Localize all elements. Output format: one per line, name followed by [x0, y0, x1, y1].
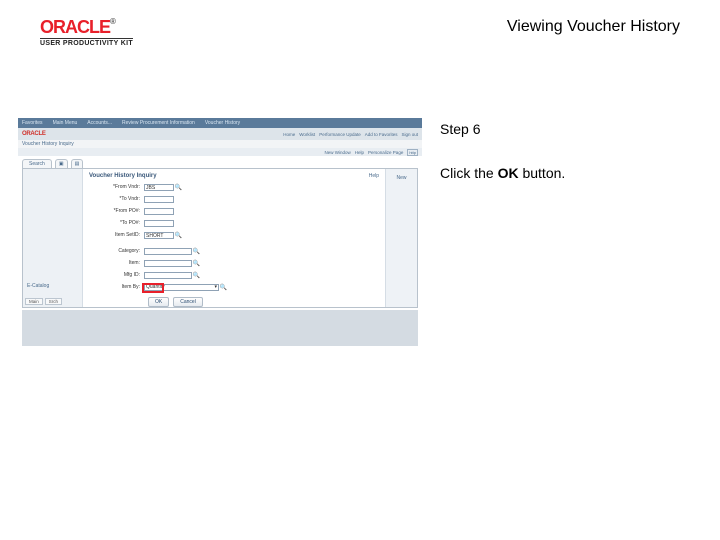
util-link[interactable]: Home [283, 132, 295, 137]
lbl-item-setid: Item SetID: [89, 232, 144, 238]
app-logo: ORACLE [22, 131, 46, 137]
instruction-panel: Step 6 Click the OK button. [440, 118, 702, 338]
lbl-to-vndr: *To Vndr: [89, 196, 144, 202]
page-header: ORACLE® USER PRODUCTIVITY KIT Viewing Vo… [40, 18, 680, 46]
lbl-mfgid: Mfg ID: [89, 272, 144, 278]
app-brandbar: ORACLE Home Worklist Performance Update … [18, 128, 422, 140]
select-item-by[interactable]: Quantity▾ [144, 284, 219, 291]
panel-left-sidebar: E-Catalog Main Srch [23, 169, 83, 307]
nav-item[interactable]: Accounts... [87, 120, 112, 126]
cancel-button[interactable]: Cancel [173, 297, 203, 307]
util-link[interactable]: Performance Update [319, 132, 361, 137]
http-icon: http [407, 149, 418, 156]
link-personalize[interactable]: Personalize Page [368, 150, 403, 155]
input-item-setid[interactable]: SHORT [144, 232, 174, 239]
util-link[interactable]: Worklist [299, 132, 315, 137]
lookup-icon[interactable]: 🔍 [175, 232, 182, 239]
secondary-bar: New Window Help Personalize Page http [18, 148, 422, 156]
tab-search[interactable]: Search [22, 159, 52, 168]
main-panel: E-Catalog Main Srch Voucher History Inqu… [22, 168, 418, 308]
panel-title: Voucher History Inquiry [89, 173, 157, 179]
nav-item[interactable]: Favorites [22, 120, 43, 126]
oracle-logo: ORACLE® [40, 18, 133, 36]
util-link[interactable]: Add to Favorites [365, 132, 398, 137]
nav-item[interactable]: Review Procurement Information [122, 120, 195, 126]
nav-item[interactable]: Main Menu [53, 120, 78, 126]
tab-icon-1[interactable]: ▣ [55, 159, 68, 168]
input-category[interactable] [144, 248, 192, 255]
panel-form: Voucher History Inquiry Help *From Vndr:… [83, 169, 385, 307]
lbl-from-po: *From PO#: [89, 208, 144, 214]
sidebar-tab-main[interactable]: Main [25, 298, 43, 305]
nav-item[interactable]: Voucher History [205, 120, 240, 126]
util-link[interactable]: Sign out [401, 132, 418, 137]
lookup-icon[interactable]: 🔍 [193, 272, 200, 279]
oracle-logo-block: ORACLE® USER PRODUCTIVITY KIT [40, 18, 133, 47]
input-mfgid[interactable] [144, 272, 192, 279]
lookup-icon[interactable]: 🔍 [220, 284, 227, 291]
input-item[interactable] [144, 260, 192, 267]
sidebar-tab-search[interactable]: Srch [45, 298, 62, 305]
page-tabs: Search ▣ ▤ [22, 158, 422, 168]
link-help[interactable]: Help [355, 150, 364, 155]
lbl-item: Item: [89, 260, 144, 266]
secondary-links: New Window Help Personalize Page http [325, 149, 418, 156]
input-from-vndr[interactable]: JBS [144, 184, 174, 191]
results-area [22, 310, 418, 346]
sidebar-link-ecatalog[interactable]: E-Catalog [27, 283, 49, 289]
upk-subtitle: USER PRODUCTIVITY KIT [40, 38, 133, 47]
lbl-from-vndr: *From Vndr: [89, 184, 144, 190]
step-instruction: Click the OK button. [440, 162, 702, 184]
link-new-window[interactable]: New Window [325, 150, 351, 155]
lbl-to-po: *To PO#: [89, 220, 144, 226]
input-to-po[interactable] [144, 220, 174, 227]
breadcrumb: Voucher History Inquiry [18, 140, 422, 148]
lbl-item-by: Item By: [89, 284, 144, 290]
lookup-icon[interactable]: 🔍 [175, 184, 182, 191]
input-to-vndr[interactable] [144, 196, 174, 203]
embedded-screenshot: Favorites Main Menu Accounts... Review P… [18, 118, 422, 338]
right-col-label: New [396, 175, 406, 181]
panel-right-sidebar: New [385, 169, 417, 307]
lookup-icon[interactable]: 🔍 [193, 260, 200, 267]
input-from-po[interactable] [144, 208, 174, 215]
page-title: Viewing Voucher History [507, 18, 680, 36]
app-topnav: Favorites Main Menu Accounts... Review P… [18, 118, 422, 128]
lbl-category: Category: [89, 248, 144, 254]
util-links: Home Worklist Performance Update Add to … [283, 132, 418, 137]
lookup-icon[interactable]: 🔍 [193, 248, 200, 255]
chevron-down-icon: ▾ [214, 284, 218, 290]
content-row: Favorites Main Menu Accounts... Review P… [18, 118, 702, 338]
step-number: Step 6 [440, 118, 702, 140]
ok-button[interactable]: OK [148, 297, 169, 307]
tab-icon-2[interactable]: ▤ [71, 159, 84, 168]
panel-help-link[interactable]: Help [369, 173, 379, 179]
